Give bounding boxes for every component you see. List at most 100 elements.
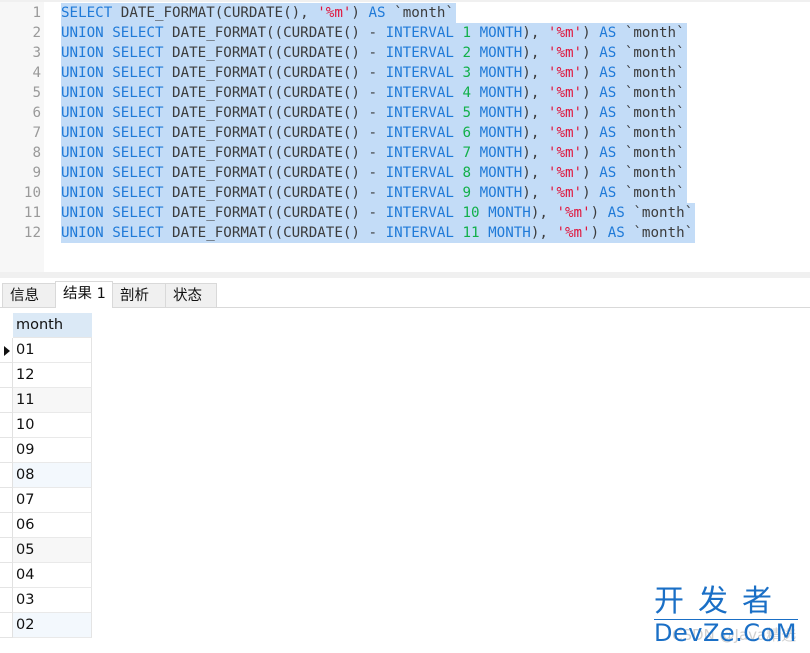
line-number: 11 [23, 205, 41, 221]
token-fn: DATE_FORMAT(CURDATE(), [112, 5, 318, 21]
cell-month[interactable]: 03 [13, 588, 92, 613]
token-str: '%m' [547, 145, 583, 161]
cell-month[interactable]: 07 [13, 488, 92, 513]
cell-month[interactable]: 10 [13, 413, 92, 438]
cell-month[interactable]: 08 [13, 463, 92, 488]
tab-2[interactable]: 剖析 [112, 283, 166, 307]
tab-3[interactable]: 状态 [165, 283, 217, 307]
token-fn: ) [582, 25, 600, 41]
cell-month[interactable]: 12 [13, 363, 92, 388]
token-kw: UNION SELECT [61, 25, 164, 41]
table-row[interactable]: 06 [0, 513, 92, 538]
line-code[interactable]: UNION SELECT DATE_FORMAT((CURDATE() - IN… [61, 143, 687, 163]
row-selector[interactable] [0, 338, 13, 363]
cell-month[interactable]: 11 [13, 388, 92, 413]
token-fn: DATE_FORMAT((CURDATE() - [163, 145, 386, 161]
cell-month[interactable]: 04 [13, 563, 92, 588]
token-fn: ) [582, 125, 600, 141]
token-kw: MONTH [479, 125, 523, 141]
table-row[interactable]: 02 [0, 613, 92, 638]
token-fn: ) [582, 105, 600, 121]
row-selector[interactable] [0, 563, 13, 588]
token-fn: ) [582, 45, 600, 61]
table-row[interactable]: 10 [0, 413, 92, 438]
table-row[interactable]: 03 [0, 588, 92, 613]
token-kw: INTERVAL [385, 225, 454, 241]
sql-editor[interactable]: 1 SELECT DATE_FORMAT(CURDATE(), '%m') AS … [0, 0, 810, 276]
cell-month[interactable]: 09 [13, 438, 92, 463]
row-selector[interactable] [0, 388, 13, 413]
token-kw: UNION SELECT [61, 185, 164, 201]
token-fn: ), [530, 225, 557, 241]
row-selector[interactable] [0, 363, 13, 388]
row-selector[interactable] [0, 488, 13, 513]
line-number: 1 [32, 5, 41, 21]
table-row[interactable]: 05 [0, 538, 92, 563]
token-fn: DATE_FORMAT((CURDATE() - [163, 165, 386, 181]
table-row[interactable]: 08 [0, 463, 92, 488]
token-kw: AS [599, 185, 617, 201]
token-kw: SELECT [61, 5, 113, 21]
row-selector[interactable] [0, 463, 13, 488]
editor-results-splitter[interactable] [0, 272, 810, 278]
line-code[interactable]: UNION SELECT DATE_FORMAT((CURDATE() - IN… [61, 83, 687, 103]
cell-month[interactable]: 05 [13, 538, 92, 563]
token-fn: ) [582, 65, 600, 81]
line-code[interactable]: UNION SELECT DATE_FORMAT((CURDATE() - IN… [61, 103, 687, 123]
token-fn [471, 85, 480, 101]
row-selector[interactable] [0, 538, 13, 563]
line-code[interactable]: UNION SELECT DATE_FORMAT((CURDATE() - IN… [61, 163, 687, 183]
token-kw: AS [599, 165, 617, 181]
token-kw: AS [599, 145, 617, 161]
table-row[interactable]: 07 [0, 488, 92, 513]
line-code[interactable]: UNION SELECT DATE_FORMAT((CURDATE() - IN… [61, 23, 687, 43]
row-selector[interactable] [0, 613, 13, 638]
token-fn: DATE_FORMAT((CURDATE() - [163, 85, 386, 101]
token-str: '%m' [547, 125, 583, 141]
token-id: `month` [616, 85, 685, 101]
line-code[interactable]: UNION SELECT DATE_FORMAT((CURDATE() - IN… [61, 183, 687, 203]
token-kw: INTERVAL [385, 145, 454, 161]
token-fn: DATE_FORMAT((CURDATE() - [163, 45, 386, 61]
token-fn: DATE_FORMAT((CURDATE() - [163, 205, 386, 221]
line-code[interactable]: UNION SELECT DATE_FORMAT((CURDATE() - IN… [61, 63, 687, 83]
line-code[interactable]: UNION SELECT DATE_FORMAT((CURDATE() - IN… [61, 223, 696, 243]
row-selector[interactable] [0, 413, 13, 438]
tab-1[interactable]: 结果 1 [55, 281, 113, 308]
token-kw: AS [368, 5, 386, 21]
line-code[interactable]: UNION SELECT DATE_FORMAT((CURDATE() - IN… [61, 43, 687, 63]
token-kw: INTERVAL [385, 165, 454, 181]
line-code[interactable]: UNION SELECT DATE_FORMAT((CURDATE() - IN… [61, 123, 687, 143]
line-number: 3 [32, 45, 41, 61]
row-selector[interactable] [0, 438, 13, 463]
line-number: 6 [32, 105, 41, 121]
token-num: 1 [462, 25, 472, 41]
tab-0[interactable]: 信息 [2, 283, 56, 307]
table-row[interactable]: 01 [0, 338, 92, 363]
line-code[interactable]: SELECT DATE_FORMAT(CURDATE(), '%m') AS `… [61, 3, 456, 23]
row-selector[interactable] [0, 513, 13, 538]
token-kw: AS [599, 45, 617, 61]
token-str: '%m' [547, 85, 583, 101]
token-kw: INTERVAL [385, 85, 454, 101]
token-kw: MONTH [479, 165, 523, 181]
table-row[interactable]: 11 [0, 388, 92, 413]
cell-month[interactable]: 01 [13, 338, 92, 363]
token-str: '%m' [547, 65, 583, 81]
cell-month[interactable]: 06 [13, 513, 92, 538]
cell-month[interactable]: 02 [13, 613, 92, 638]
token-fn: ), [522, 105, 548, 121]
token-kw: AS [607, 205, 625, 221]
token-id: `month` [624, 205, 694, 221]
table-row[interactable]: 12 [0, 363, 92, 388]
token-kw: MONTH [479, 25, 523, 41]
table-row[interactable]: 04 [0, 563, 92, 588]
token-kw: MONTH [479, 45, 523, 61]
watermark-cn: 开发者 [654, 584, 786, 619]
row-selector[interactable] [0, 588, 13, 613]
column-header-month[interactable]: month [13, 313, 92, 338]
table-row[interactable]: 09 [0, 438, 92, 463]
line-code[interactable]: UNION SELECT DATE_FORMAT((CURDATE() - IN… [61, 203, 696, 223]
token-fn: DATE_FORMAT((CURDATE() - [163, 25, 386, 41]
token-fn [471, 65, 480, 81]
